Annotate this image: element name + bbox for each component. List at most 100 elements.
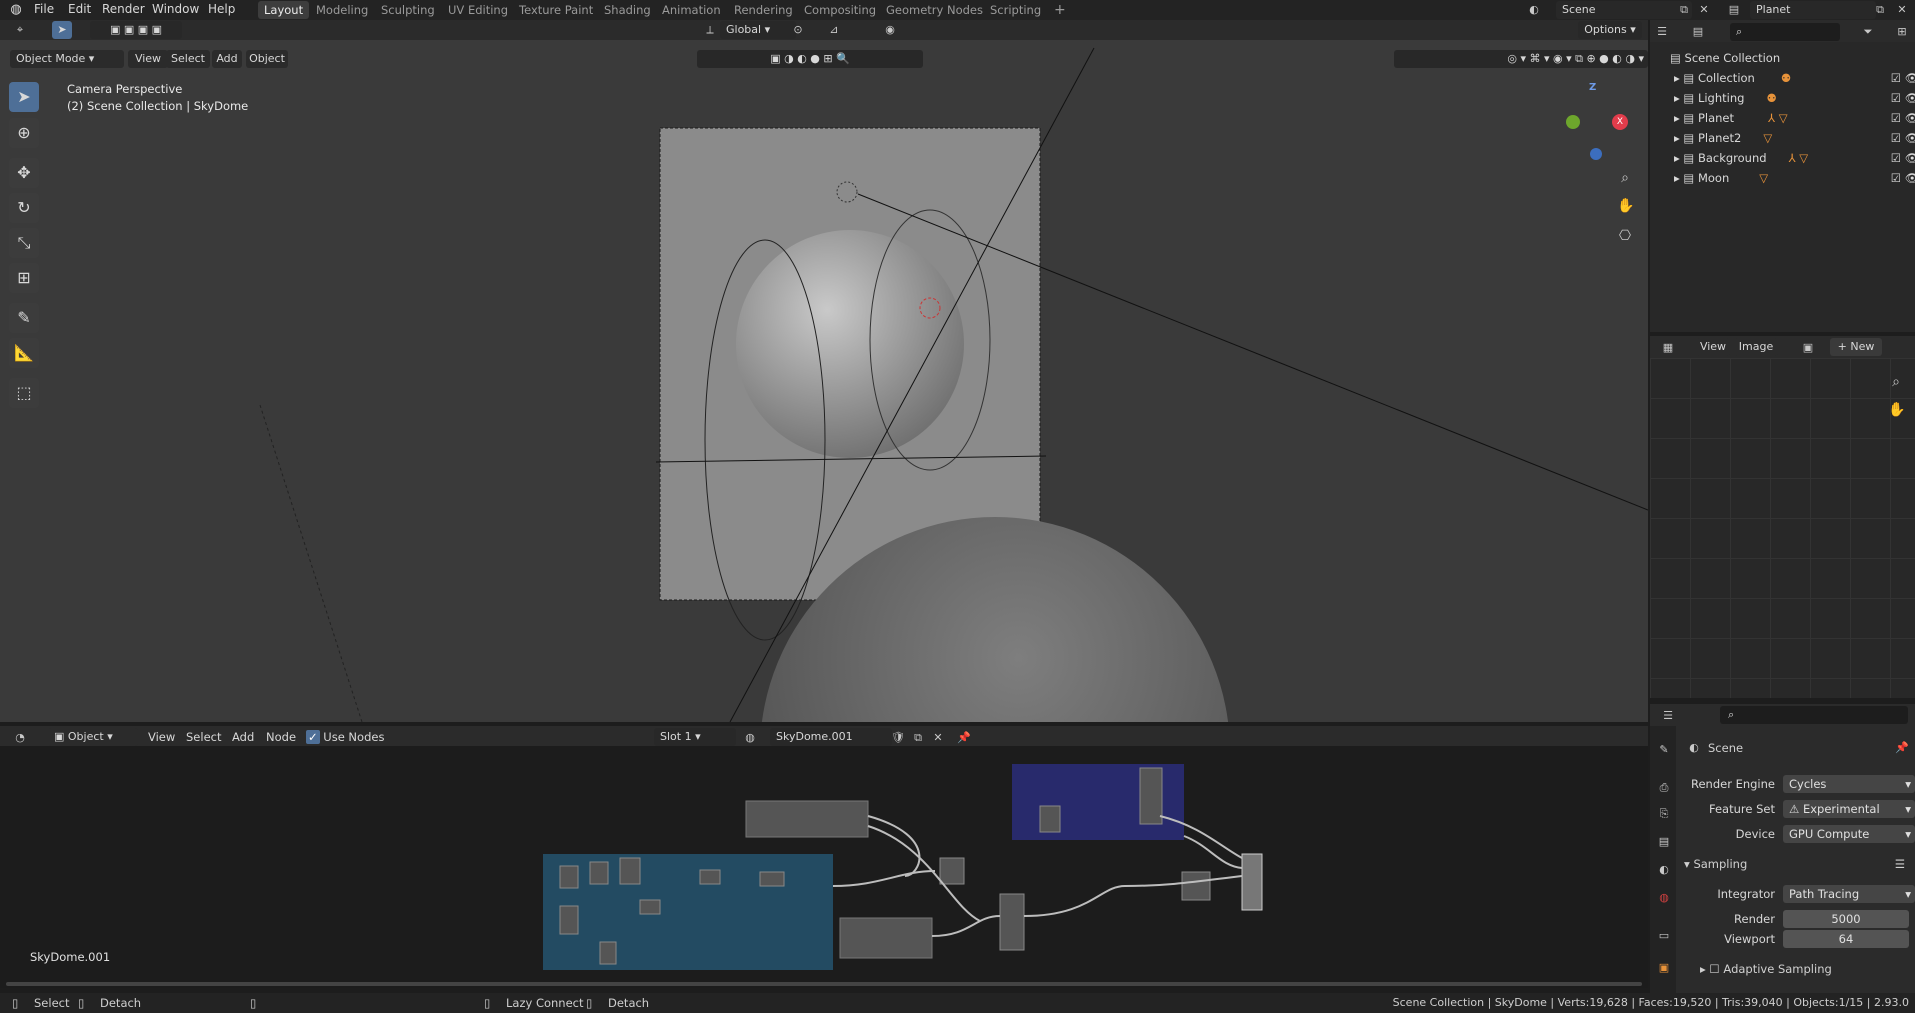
menu-file[interactable]: File [34,2,54,16]
viewport-menu-view[interactable]: View [128,50,168,68]
fake-user-icon[interactable]: 🛡 [890,730,906,746]
visibility-toggles[interactable]: ☑ 👁 ◎ [1891,108,1915,128]
filter-icon[interactable]: ⏷ [1860,24,1876,40]
outliner-editor-icon[interactable]: ☰ [1654,24,1670,40]
use-nodes-checkbox[interactable]: ✓ Use Nodes [306,730,384,744]
tab-shading[interactable]: Shading [598,1,657,19]
image-zoom-icon[interactable]: ⌕ [1888,374,1904,390]
transform-tool-icon[interactable]: ⊞ [9,263,39,293]
tab-geometry-nodes[interactable]: Geometry Nodes [880,1,989,19]
gizmo-y-axis[interactable] [1566,115,1580,129]
sampling-panel-header[interactable]: ▾ Sampling ☰ [1684,855,1909,873]
unlink-material-icon[interactable]: ✕ [930,730,946,746]
object-tab-icon[interactable]: ▣ [1656,960,1672,976]
image-menu-view[interactable]: View [1696,338,1730,356]
pin-node-icon[interactable]: 📌 [956,730,972,746]
tab-compositing[interactable]: Compositing [798,1,882,19]
image-pan-icon[interactable]: ✋ [1888,402,1905,418]
duplicate-icon[interactable]: ⧉ [1676,2,1692,18]
device-dropdown[interactable]: GPU Compute ▾ [1783,825,1915,843]
add-cube-tool-icon[interactable]: ⬚ [9,378,39,408]
menu-edit[interactable]: Edit [68,2,91,16]
scene-field[interactable]: Scene [1556,1,1692,19]
viewport-menu-select[interactable]: Select [166,50,210,68]
pivot-icon[interactable]: ⊙ [790,22,806,38]
outliner-root[interactable]: ▤ Scene Collection [1650,48,1915,68]
measure-tool-icon[interactable]: 📐 [9,338,39,368]
close-layer-icon[interactable]: ✕ [1894,2,1910,18]
render-samples-field[interactable]: 5000 [1783,910,1909,928]
slot-dropdown[interactable]: Slot 1 ▾ [654,728,736,746]
tab-scripting[interactable]: Scripting [984,1,1047,19]
tab-uv-editing[interactable]: UV Editing [442,1,514,19]
node-menu-node[interactable]: Node [266,730,296,744]
snap-icon[interactable]: ⊿ [826,22,842,38]
add-workspace-button[interactable]: + [1048,1,1072,19]
selection-mode-buttons[interactable]: ▣ ▣ ▣ ▣ [90,21,182,39]
menu-render[interactable]: Render [102,2,145,16]
image-editor-type-icon[interactable]: ▦ [1660,340,1676,356]
tool-tab-icon[interactable]: ✎ [1656,742,1672,758]
scene-icon[interactable]: ◐ [1526,2,1542,18]
scale-tool-icon[interactable]: ⤡ [9,228,39,258]
editor-type-icon[interactable]: ⌖ [12,22,28,38]
image-editor-canvas[interactable] [1650,358,1915,698]
tab-modeling[interactable]: Modeling [310,1,374,19]
annotate-tool-icon[interactable]: ✎ [9,303,39,333]
outliner-item-collection[interactable]: ▸ ▤ Collection ⚉ ☑ 👁 ◎ [1650,68,1915,88]
move-tool-icon[interactable]: ✥ [9,158,39,188]
close-icon[interactable]: ✕ [1696,2,1712,18]
blender-logo-icon[interactable]: ◍ [8,2,24,18]
shader-type-dropdown[interactable]: ▣ Object ▾ [48,728,138,746]
gizmo-z-axis[interactable]: Z [1589,82,1596,93]
view-layer-field[interactable]: Planet [1750,1,1876,19]
visibility-toggles[interactable]: ☑ 👁 ◎ [1891,88,1915,108]
select-tool-icon[interactable]: ➤ [9,82,39,112]
viewport-menu-object[interactable]: Object [246,50,288,68]
image-menu-image[interactable]: Image [1734,338,1778,356]
material-browse-icon[interactable]: ◍ [742,730,758,746]
outliner-item-lighting[interactable]: ▸ ▤ Lighting ⚉ ☑ 👁 ◎ [1650,88,1915,108]
properties-editor-icon[interactable]: ☰ [1660,708,1676,724]
viewport-shading-controls[interactable]: ◎ ▾ ⌘ ▾ ◉ ▾ ⧉ ⊕ ● ◐ ◑ ▾ [1394,50,1648,68]
visibility-toggles[interactable]: ☑ 👁 ◎ [1891,128,1915,148]
select-box-tool-icon[interactable]: ➤ [52,21,72,39]
pin-icon[interactable]: 📌 [1894,740,1910,756]
viewport-samples-field[interactable]: 64 [1783,930,1909,948]
outliner-search-input[interactable]: ⌕ [1730,23,1840,41]
feature-set-dropdown[interactable]: ⚠ Experimental ▾ [1783,800,1915,818]
camera-view-icon[interactable]: ⎔ [1617,228,1633,244]
options-dropdown[interactable]: Options ▾ [1578,21,1642,39]
tab-texture-paint[interactable]: Texture Paint [513,1,599,19]
outliner-item-planet2[interactable]: ▸ ▤ Planet2 ▽ ☑ 👁 ◎ [1650,128,1915,148]
3d-viewport[interactable] [0,40,1648,722]
gizmo-x-axis[interactable]: X [1612,114,1628,130]
menu-window[interactable]: Window [152,2,199,16]
display-mode-icon[interactable]: ▤ [1690,24,1706,40]
image-browse-icon[interactable]: ▣ [1800,340,1816,356]
outliner-item-background[interactable]: ▸ ▤ Background ⅄ ▽ ☑ 👁 ◎ [1650,148,1915,168]
duplicate-layer-icon[interactable]: ⧉ [1872,2,1888,18]
transform-orientation-dropdown[interactable]: Global ▾ [720,21,796,39]
node-menu-select[interactable]: Select [186,730,221,744]
mode-dropdown[interactable]: Object Mode ▾ [10,50,124,68]
visibility-toggles[interactable]: ☑ 👁 ◎ [1891,68,1915,88]
gizmo-neg-z-axis[interactable] [1590,148,1602,160]
adaptive-sampling-row[interactable]: ▸ ☐ Adaptive Sampling [1700,960,1900,978]
tab-layout[interactable]: Layout [258,1,310,19]
menu-help[interactable]: Help [208,2,235,16]
outliner-item-moon[interactable]: ▸ ▤ Moon ▽ ☑ 👁 ◎ [1650,168,1915,188]
viewport-menu-add[interactable]: Add [212,50,242,68]
node-editor-scrollbar[interactable] [6,982,1642,986]
integrator-dropdown[interactable]: Path Tracing ▾ [1783,885,1915,903]
node-menu-view[interactable]: View [148,730,175,744]
scene-tab-icon[interactable]: ◐ [1656,862,1672,878]
material-name-field[interactable]: SkyDome.001 [770,728,892,746]
viewport-filter-bar[interactable]: ▣ ◑ ◐ ● ⊞ 🔍 [697,50,923,68]
visibility-toggles[interactable]: ☑ 👁 ◎ [1891,168,1915,188]
duplicate-material-icon[interactable]: ⧉ [910,730,926,746]
view-layer-icon[interactable]: ▤ [1726,2,1742,18]
tab-sculpting[interactable]: Sculpting [375,1,441,19]
pan-hand-icon[interactable]: ✋ [1617,198,1634,214]
new-collection-icon[interactable]: ⊞ [1894,24,1910,40]
